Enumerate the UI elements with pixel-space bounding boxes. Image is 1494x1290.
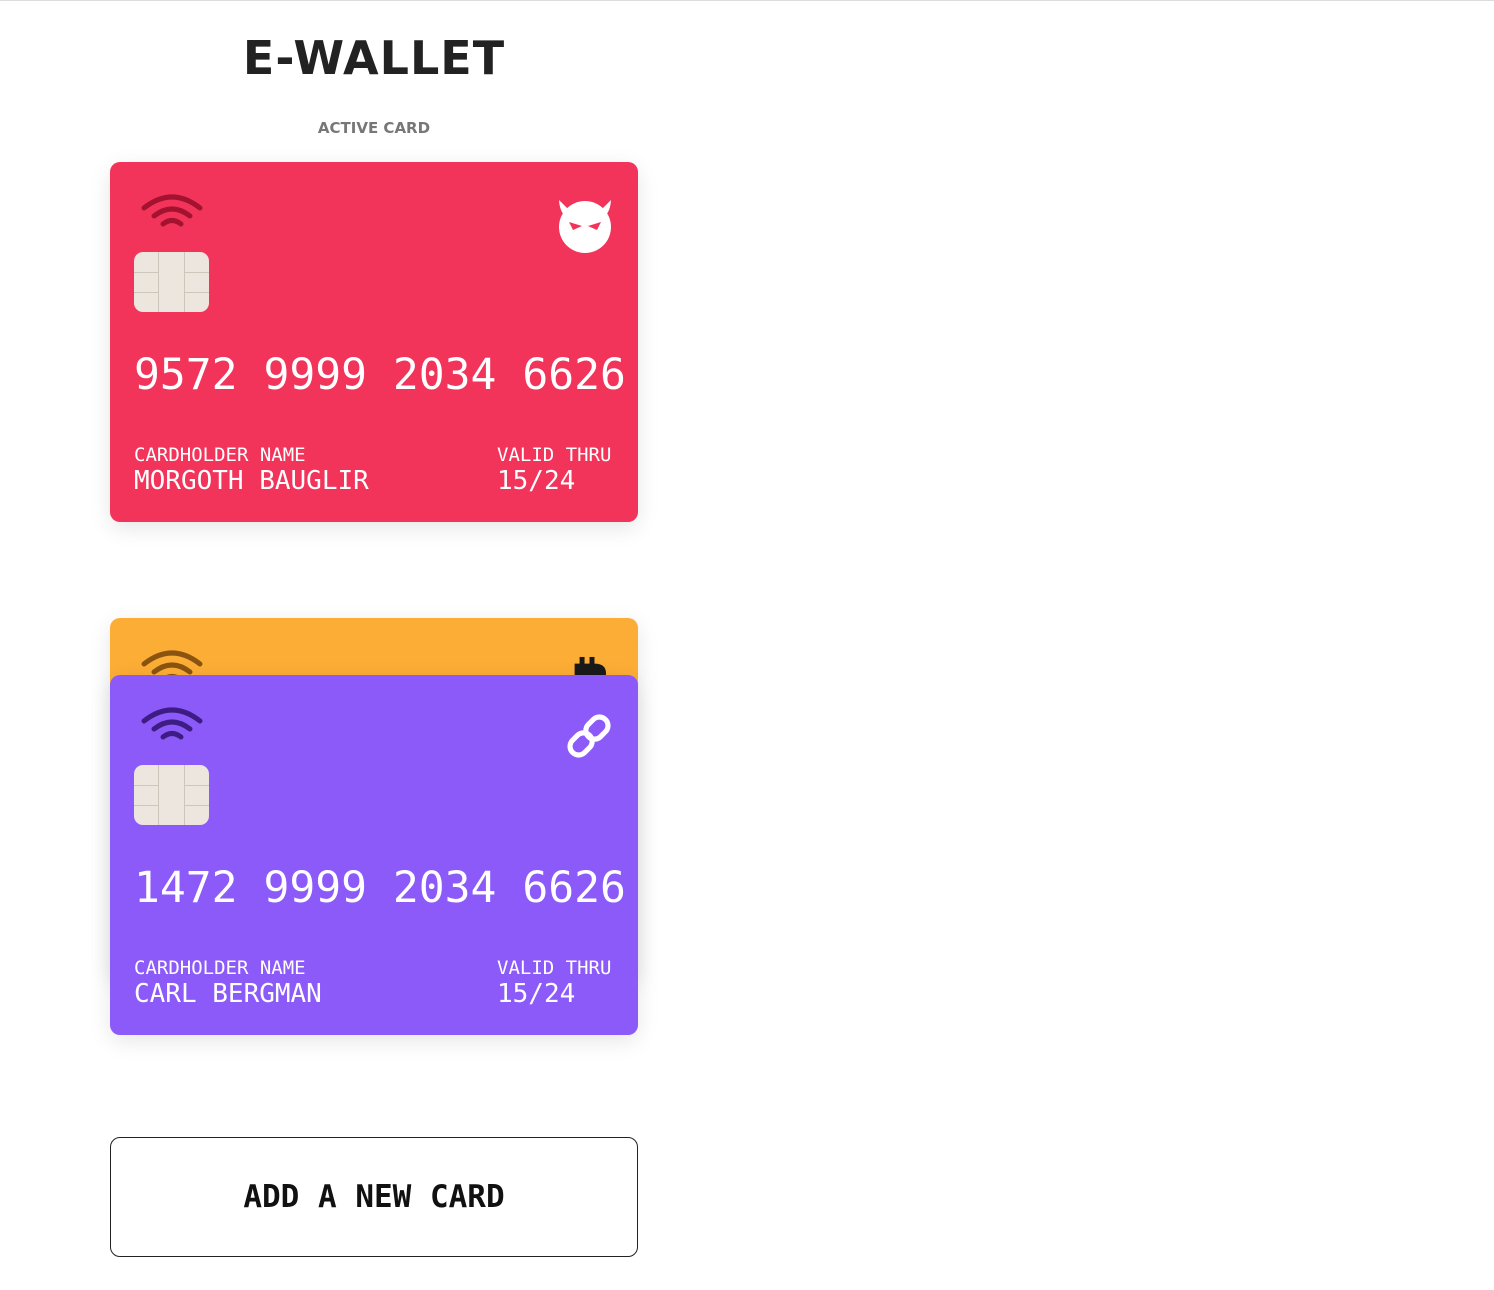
contactless-icon	[141, 707, 203, 740]
page-title: E-WALLET	[242, 31, 506, 85]
active-card-label: ACTIVE CARD	[317, 119, 431, 137]
valid-thru-label: VALID THRU	[497, 957, 612, 979]
chip-icon	[134, 765, 209, 825]
add-new-card-button[interactable]: ADD A NEW CARD	[110, 1137, 638, 1257]
card-purple[interactable]: 1472 9999 2034 6626 CARDHOLDER NAME CARL…	[110, 675, 638, 1035]
card-number: 9572 9999 2034 6626	[134, 350, 626, 400]
cardholder-name: MORGOTH BAUGLIR	[134, 466, 369, 496]
active-card[interactable]: 9572 9999 2034 6626 CARDHOLDER NAME MORG…	[110, 162, 638, 522]
contactless-icon	[141, 194, 203, 227]
valid-thru-label: VALID THRU	[497, 444, 612, 466]
cardholder-label: CARDHOLDER NAME	[134, 444, 306, 466]
chain-link-icon	[567, 714, 611, 758]
cardholder-name: CARL BERGMAN	[134, 979, 322, 1009]
evil-face-icon	[559, 200, 611, 253]
chip-icon	[134, 252, 209, 312]
cardholder-label: CARDHOLDER NAME	[134, 957, 306, 979]
card-number: 1472 9999 2034 6626	[134, 863, 626, 913]
valid-thru-value: 15/24	[497, 466, 576, 496]
valid-thru-value: 15/24	[497, 979, 576, 1009]
